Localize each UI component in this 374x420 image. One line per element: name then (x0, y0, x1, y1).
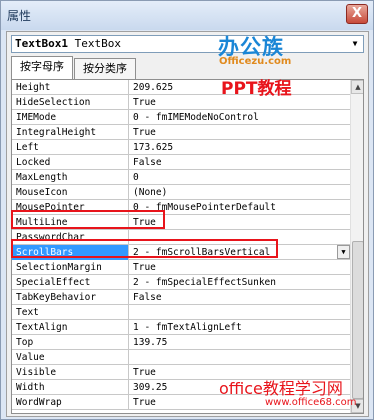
property-row[interactable]: TabKeyBehavior False (12, 290, 350, 305)
dropdown-arrow-icon[interactable]: ▼ (337, 245, 350, 259)
watermark-logo-sub: Officezu.com (219, 56, 292, 67)
property-row[interactable]: Left 173.625 (12, 140, 350, 155)
properties-panel: TextBox1 TextBox ▼ 按字母序 按分类序 WordWrap Tru… (6, 31, 369, 417)
property-value[interactable]: 173.625 (130, 140, 350, 155)
property-value[interactable]: True (130, 215, 350, 230)
property-name[interactable]: WordWrap (12, 395, 129, 410)
property-row[interactable]: Height 209.625 (12, 80, 350, 95)
property-name[interactable]: Left (12, 140, 129, 155)
property-row[interactable]: HideSelection True (12, 95, 350, 110)
property-row[interactable]: Top 139.75 (12, 335, 350, 350)
chevron-down-icon[interactable]: ▼ (348, 37, 362, 51)
object-type: TextBox (74, 37, 121, 50)
property-value[interactable]: 1 - fmTextAlignLeft (130, 320, 350, 335)
property-name[interactable]: ScrollBars (12, 245, 129, 260)
watermark-bottom-title: office教程学习网 (219, 379, 343, 398)
properties-window: 属性 X TextBox1 TextBox ▼ 按字母序 按分类序 WordWr… (0, 0, 374, 420)
property-value[interactable]: (None) (130, 185, 350, 200)
property-row[interactable]: SpecialEffect 2 - fmSpecialEffectSunken (12, 275, 350, 290)
property-row[interactable]: MultiLine True (12, 215, 350, 230)
property-name[interactable]: Value (12, 350, 129, 365)
object-name: TextBox1 (15, 37, 68, 50)
tab-alphabetic[interactable]: 按字母序 (11, 56, 73, 79)
property-value[interactable]: 2 - fmScrollBarsVertical (130, 245, 350, 260)
property-value[interactable]: True (130, 125, 350, 140)
property-row[interactable]: PasswordChar (12, 230, 350, 245)
property-row[interactable]: SelectionMargin True (12, 260, 350, 275)
property-row[interactable]: MouseIcon (None) (12, 185, 350, 200)
property-value[interactable] (130, 350, 350, 365)
property-value[interactable]: 2 - fmSpecialEffectSunken (130, 275, 350, 290)
property-name[interactable]: MultiLine (12, 215, 129, 230)
object-selector[interactable]: TextBox1 TextBox ▼ (11, 35, 364, 53)
property-row[interactable]: Locked False (12, 155, 350, 170)
property-name[interactable]: MaxLength (12, 170, 129, 185)
property-name[interactable]: Visible (12, 365, 129, 380)
property-row[interactable]: IMEMode 0 - fmIMEModeNoControl (12, 110, 350, 125)
property-row[interactable]: MaxLength 0 (12, 170, 350, 185)
property-row[interactable]: TextAlign 1 - fmTextAlignLeft (12, 320, 350, 335)
property-value[interactable]: 0 - fmMousePointerDefault (130, 200, 350, 215)
window-title: 属性 (7, 9, 32, 23)
property-name[interactable]: PasswordChar (12, 230, 129, 245)
property-name[interactable]: MousePointer (12, 200, 129, 215)
watermark-bottom-url: www.office68.com (265, 397, 357, 408)
tab-label: 按字母序 (20, 60, 64, 73)
property-name[interactable]: IntegralHeight (12, 125, 129, 140)
close-icon: X (351, 6, 363, 21)
property-value[interactable]: 0 - fmIMEModeNoControl (130, 110, 350, 125)
scroll-up-button[interactable]: ▲ (351, 80, 363, 94)
property-name[interactable]: Height (12, 80, 129, 95)
property-name[interactable]: Locked (12, 155, 129, 170)
property-row[interactable]: Value (12, 350, 350, 365)
property-value[interactable]: True (130, 260, 350, 275)
property-name[interactable]: IMEMode (12, 110, 129, 125)
property-row[interactable]: IntegralHeight True (12, 125, 350, 140)
property-value[interactable] (130, 230, 350, 245)
watermark-ppt: PPT教程 (221, 79, 292, 99)
property-name[interactable]: SpecialEffect (12, 275, 129, 290)
title-bar[interactable]: 属性 X (1, 1, 373, 30)
property-value[interactable]: 0 (130, 170, 350, 185)
property-value[interactable]: False (130, 290, 350, 305)
property-row[interactable]: MousePointer 0 - fmMousePointerDefault (12, 200, 350, 215)
property-grid: WordWrap True Width 309.25 Visible True Value T… (11, 79, 364, 414)
property-name[interactable]: SelectionMargin (12, 260, 129, 275)
scroll-thumb[interactable] (352, 241, 363, 399)
property-value[interactable]: 139.75 (130, 335, 350, 350)
property-name[interactable]: Top (12, 335, 129, 350)
tab-label: 按分类序 (83, 62, 127, 75)
property-row[interactable]: Text (12, 305, 350, 320)
property-name[interactable]: Width (12, 380, 129, 395)
close-button[interactable]: X (346, 4, 368, 24)
vertical-scrollbar[interactable]: ▲ ▼ (350, 80, 363, 413)
property-row[interactable]: ScrollBars 2 - fmScrollBarsVertical ▼ (12, 245, 350, 260)
property-name[interactable]: TextAlign (12, 320, 129, 335)
property-name[interactable]: HideSelection (12, 95, 129, 110)
property-value[interactable]: False (130, 155, 350, 170)
property-name[interactable]: TabKeyBehavior (12, 290, 129, 305)
property-value[interactable] (130, 305, 350, 320)
property-name[interactable]: MouseIcon (12, 185, 129, 200)
tab-categorized[interactable]: 按分类序 (74, 58, 136, 79)
property-name[interactable]: Text (12, 305, 129, 320)
